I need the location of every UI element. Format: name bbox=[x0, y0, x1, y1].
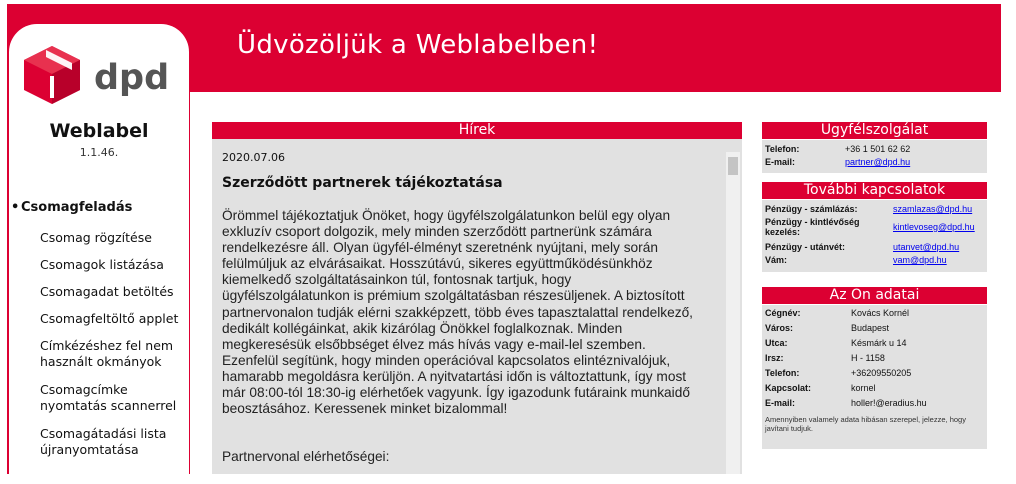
nav-item-csomagfeltolto-applet[interactable]: Csomagfeltöltő applet bbox=[40, 311, 185, 327]
account-value: holler!@eradius.hu bbox=[851, 398, 927, 408]
nav-item-csomagadat-betoltes[interactable]: Csomagadat betöltés bbox=[40, 284, 185, 300]
account-value: Kovács Kornél bbox=[851, 308, 910, 318]
nav-section-csomagfeladas[interactable]: • Csomagfeladás bbox=[11, 200, 133, 215]
email-link[interactable]: partner@dpd.hu bbox=[845, 157, 910, 167]
news-panel: 2020.07.06 Szerződött partnerek tájékozt… bbox=[212, 139, 742, 474]
brand-text: dpd bbox=[94, 58, 169, 98]
app-name: Weblabel bbox=[49, 120, 149, 142]
customer-service-panel: Telefon: +36 1 501 62 62 E-mail: partner… bbox=[762, 140, 987, 173]
contact-link[interactable]: vam@dpd.hu bbox=[893, 255, 947, 265]
contacts-panel: Pénzügy - számlázás: szamlazas@dpd.hu Pé… bbox=[762, 200, 987, 272]
app-version: 1.1.46. bbox=[79, 146, 119, 159]
nav-item-csomag-rogzitese[interactable]: Csomag rögzítése bbox=[40, 230, 185, 246]
news-heading: Hírek bbox=[212, 122, 742, 139]
account-value: kornel bbox=[851, 383, 876, 393]
contact-label: Pénzügy - utánvét: bbox=[765, 242, 846, 252]
account-value: Budapest bbox=[851, 323, 890, 333]
contact-label: Vám: bbox=[765, 255, 788, 265]
account-note: Amennyiben valamely adata hibásan szerep… bbox=[765, 415, 966, 433]
customer-service-heading: Ügyfélszolgálat bbox=[762, 122, 987, 139]
nav-item-cimke-nyomtatas-scannerrel[interactable]: Csomagcímke nyomtatás scannerrel bbox=[40, 382, 185, 414]
contact-link[interactable]: szamlazas@dpd.hu bbox=[893, 204, 972, 214]
news-title: Szerződött partnerek tájékoztatása bbox=[222, 175, 503, 191]
contact-label: Pénzügy - kintlévőség kezelés: bbox=[765, 217, 860, 237]
contact-link[interactable]: kintlevoseg@dpd.hu bbox=[893, 222, 975, 232]
phone-value: +36 1 501 62 62 bbox=[845, 144, 911, 154]
account-value: H - 1158 bbox=[851, 353, 885, 363]
sidebar: dpd Weblabel 1.1.46. • Csomagfeladás Cso… bbox=[9, 24, 189, 484]
news-date: 2020.07.06 bbox=[222, 151, 285, 164]
contacts-heading: További kapcsolatok bbox=[762, 182, 987, 199]
contact-link[interactable]: utanvet@dpd.hu bbox=[893, 242, 959, 252]
news-contact-label: Partnervonal elérhetőségei: bbox=[222, 449, 390, 464]
nav-item-atadasi-lista-ujranyomtatasa[interactable]: Csomagátadási lista újranyomtatása bbox=[40, 426, 185, 458]
news-scrollbar[interactable] bbox=[726, 152, 740, 474]
news-body: Örömmel tájékoztatjuk Önöket, hogy ügyfé… bbox=[222, 208, 693, 417]
account-heading: Az Ön adatai bbox=[762, 287, 987, 304]
account-panel: Cégnév: Kovács Kornél Város: Budapest Utca… bbox=[762, 305, 987, 449]
welcome-title: Üdvözöljük a Weblabelben! bbox=[237, 30, 599, 60]
nav-section-label: Csomagfeladás bbox=[21, 200, 133, 215]
scrollbar-thumb[interactable] bbox=[728, 157, 738, 175]
contact-label: Pénzügy - számlázás: bbox=[765, 204, 858, 214]
account-value: +36209550205 bbox=[851, 368, 912, 378]
nav-item-fel-nem-hasznalt-okmanyok[interactable]: Címkézéshez fel nem használt okmányok bbox=[40, 338, 185, 370]
dpd-logo-icon: dpd bbox=[24, 46, 169, 104]
nav-item-csomagok-listazasa[interactable]: Csomagok listázása bbox=[40, 257, 185, 273]
account-value: Késmárk u 14 bbox=[851, 338, 907, 348]
bullet-icon: • bbox=[11, 200, 20, 215]
